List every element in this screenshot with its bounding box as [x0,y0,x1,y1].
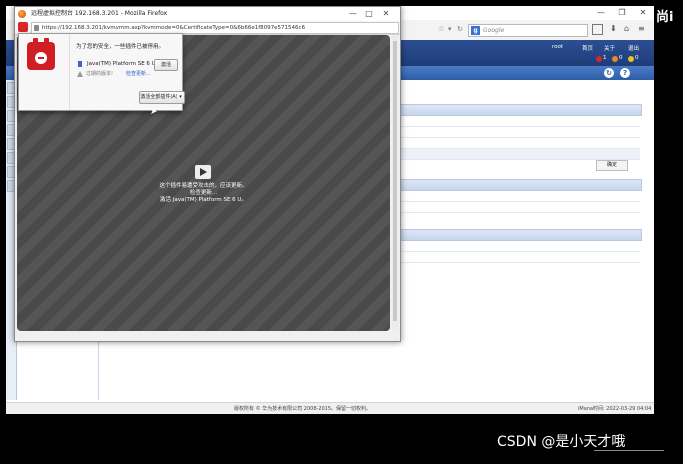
bookmark-star-icon[interactable]: ☆ [438,25,444,33]
help-icon[interactable]: ? [620,68,630,78]
search-box[interactable]: g Google [468,24,588,37]
search-placeholder: Google [483,27,505,34]
firefox-icon [18,10,26,18]
home-link[interactable]: 首页 [582,44,593,52]
user-label: root [552,44,564,50]
activate-all-button[interactable]: 激活全部插件(A) [139,91,179,104]
home-icon[interactable]: ⌂ [624,24,629,33]
watermark: CSDN @是小天才哦 [497,434,626,450]
refresh-icon[interactable]: ↻ [604,68,614,78]
plugin-check-update-link[interactable]: 检查更新... [17,190,390,197]
security-message: 为了您的安全，一些插件已被停用。 [76,44,165,50]
major-alert-icon [612,56,618,62]
activate-button[interactable]: 激活 [154,59,178,71]
plugin-message: 这个插件易遭受攻击的，应该更新。 检查更新... 激活 Java(TM) Pla… [17,165,390,204]
popup-maximize-button[interactable]: □ [362,9,376,19]
popup-minimize-button[interactable]: — [346,9,360,19]
about-link[interactable]: 关于 [604,44,615,52]
url-text: https://192.168.3.201/kvmvmm.asp?kvmmode… [42,25,306,31]
popup-title: 远程虚拟控制台 192.168.3.201 - Mozilla Firefox [31,10,168,17]
plugin-notification-panel: 为了您的安全，一些插件已被停用。 Java(TM) Platform SE 6 … [18,33,185,111]
plugin-blocked-icon[interactable] [18,22,28,32]
logout-link[interactable]: 退出 [628,44,639,52]
restore-button[interactable]: ❐ [615,8,629,18]
side-text: 尚i [656,10,674,25]
close-button[interactable]: ✕ [636,8,650,18]
copyright-text: 版权所有 © 华为技术有限公司 2008-2015。保留一切权利。 [234,406,372,412]
bookmarks-icon[interactable] [592,24,603,35]
reload-icon[interactable]: ↻ [457,25,463,33]
critical-alert-icon [596,56,602,62]
lock-icon [34,25,39,31]
menu-icon[interactable]: ≡ [638,24,645,33]
ok-button[interactable]: 确定 [596,160,628,171]
notification-body: 为了您的安全，一些插件已被停用。 Java(TM) Platform SE 6 … [69,34,185,110]
right-strip [655,0,683,430]
activate-all-dropdown[interactable]: ▾ [177,91,185,104]
popup-scrollbar[interactable] [392,35,398,331]
plugin-name: Java(TM) Platform SE 6 U [87,61,156,67]
minor-alert-icon [628,56,634,62]
minor-alert-count: 0 [635,55,639,61]
warning-icon [77,71,83,77]
java-icon [78,61,82,67]
outdated-label: 过期的版本! [86,71,114,77]
divider [594,450,664,451]
imana-time-text: iMana时间: 2022-03-29 04:04 [578,406,652,412]
critical-alert-count: 1 [603,55,607,61]
plugin-warning-text: 这个插件易遭受攻击的，应该更新。 [159,183,248,189]
google-icon: g [471,26,480,35]
minimize-button[interactable]: — [594,8,608,18]
status-bar: 版权所有 © 华为技术有限公司 2008-2015。保留一切权利。 iMana时… [6,402,654,414]
plugin-play-icon[interactable] [195,165,211,179]
plugin-activate-text[interactable]: 激活 Java(TM) Platform SE 6 U。 [17,197,390,204]
blocked-plugin-icon [27,38,55,70]
popup-titlebar: 远程虚拟控制台 192.168.3.201 - Mozilla Firefox … [15,7,400,21]
major-alert-count: 0 [619,55,623,61]
download-icon[interactable]: ⬇ [610,24,617,33]
mouse-cursor-icon: ➤ [150,107,158,117]
popup-close-button[interactable]: ✕ [379,9,393,19]
dropdown-icon[interactable]: ▾ [448,25,452,33]
check-update-link[interactable]: 检查更新... [126,70,151,78]
